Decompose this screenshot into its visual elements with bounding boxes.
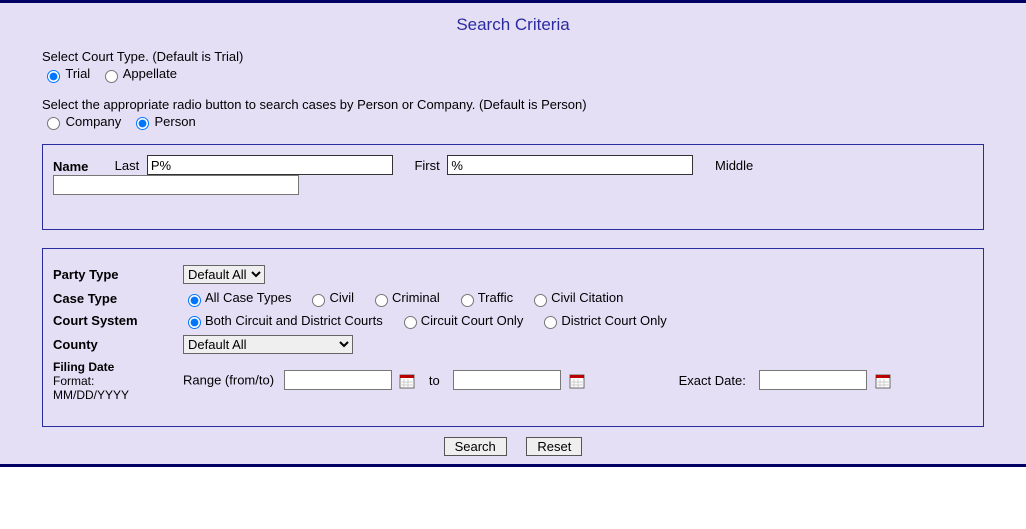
court-system-label: Court System [53,313,183,328]
filing-date-fields: Range (from/to) to Exact Date: [183,360,891,390]
case-type-label: Case Type [53,291,183,306]
case-type-traffic-radio[interactable] [461,294,474,307]
case-type-row: Case Type All Case Types Civil Criminal … [53,290,973,307]
filing-date-exact-input[interactable] [759,370,867,390]
last-name-input[interactable] [147,155,393,175]
court-type-intro: Select Court Type. (Default is Trial) [42,49,1012,64]
party-kind-person-label[interactable]: Person [155,114,196,129]
filing-date-row: Filing Date Format: MM/DD/YYYY Range (fr… [53,360,973,402]
county-label: County [53,337,183,352]
court-system-district-radio[interactable] [544,316,557,329]
filing-date-format-hint: MM/DD/YYYY [53,388,129,402]
button-row: Search Reset [14,437,1012,456]
case-type-all-radio[interactable] [188,294,201,307]
case-type-civcit-label[interactable]: Civil Citation [551,290,623,305]
court-type-trial-radio[interactable] [47,70,60,83]
filing-date-to-input[interactable] [453,370,561,390]
calendar-icon[interactable] [399,373,415,389]
exact-date-label: Exact Date: [679,373,746,388]
case-type-civil-radio[interactable] [312,294,325,307]
party-kind-company-radio[interactable] [47,117,60,130]
case-type-criminal-label[interactable]: Criminal [392,290,440,305]
party-kind-radios: Company Person [42,114,1012,131]
party-kind-company-label[interactable]: Company [66,114,122,129]
party-kind-person-radio[interactable] [136,117,149,130]
court-type-radios: Trial Appellate [42,66,1012,83]
calendar-icon[interactable] [875,373,891,389]
county-row: County Default All [53,335,973,354]
court-type-trial-label[interactable]: Trial [65,66,90,81]
court-type-appellate-label[interactable]: Appellate [123,66,177,81]
case-type-all-label[interactable]: All Case Types [205,290,291,305]
search-criteria-page: Search Criteria Select Court Type. (Defa… [0,0,1026,467]
case-type-civcit-radio[interactable] [534,294,547,307]
court-system-circuit-radio[interactable] [404,316,417,329]
county-select[interactable]: Default All [183,335,353,354]
search-button[interactable]: Search [444,437,507,456]
filters-box: Party Type Default All Case Type All Cas… [42,248,984,427]
filing-date-label-block: Filing Date Format: MM/DD/YYYY [53,360,183,402]
court-system-district-label[interactable]: District Court Only [561,313,666,328]
range-label: Range (from/to) [183,373,274,388]
case-type-criminal-radio[interactable] [375,294,388,307]
court-type-appellate-radio[interactable] [105,70,118,83]
party-type-select[interactable]: Default All [183,265,265,284]
middle-name-input[interactable] [53,175,299,195]
court-system-both-radio[interactable] [188,316,201,329]
court-system-row: Court System Both Circuit and District C… [53,313,973,330]
first-name-input[interactable] [447,155,693,175]
court-system-both-label[interactable]: Both Circuit and District Courts [205,313,383,328]
last-label: Last [115,158,140,173]
middle-label: Middle [715,158,753,173]
filing-date-label: Filing Date [53,360,114,374]
filing-date-from-input[interactable] [284,370,392,390]
case-type-traffic-label[interactable]: Traffic [478,290,513,305]
court-system-circuit-label[interactable]: Circuit Court Only [421,313,524,328]
name-label: Name [53,159,105,174]
first-label: First [414,158,439,173]
reset-button[interactable]: Reset [526,437,582,456]
party-type-row: Party Type Default All [53,265,973,284]
party-kind-intro: Select the appropriate radio button to s… [42,97,1012,112]
to-label: to [429,373,440,388]
calendar-icon[interactable] [569,373,585,389]
name-box: Name Last First Middle [42,144,984,230]
filing-date-format-label: Format: [53,374,94,388]
case-type-civil-label[interactable]: Civil [329,290,354,305]
party-type-label: Party Type [53,267,183,282]
page-title: Search Criteria [14,15,1012,35]
